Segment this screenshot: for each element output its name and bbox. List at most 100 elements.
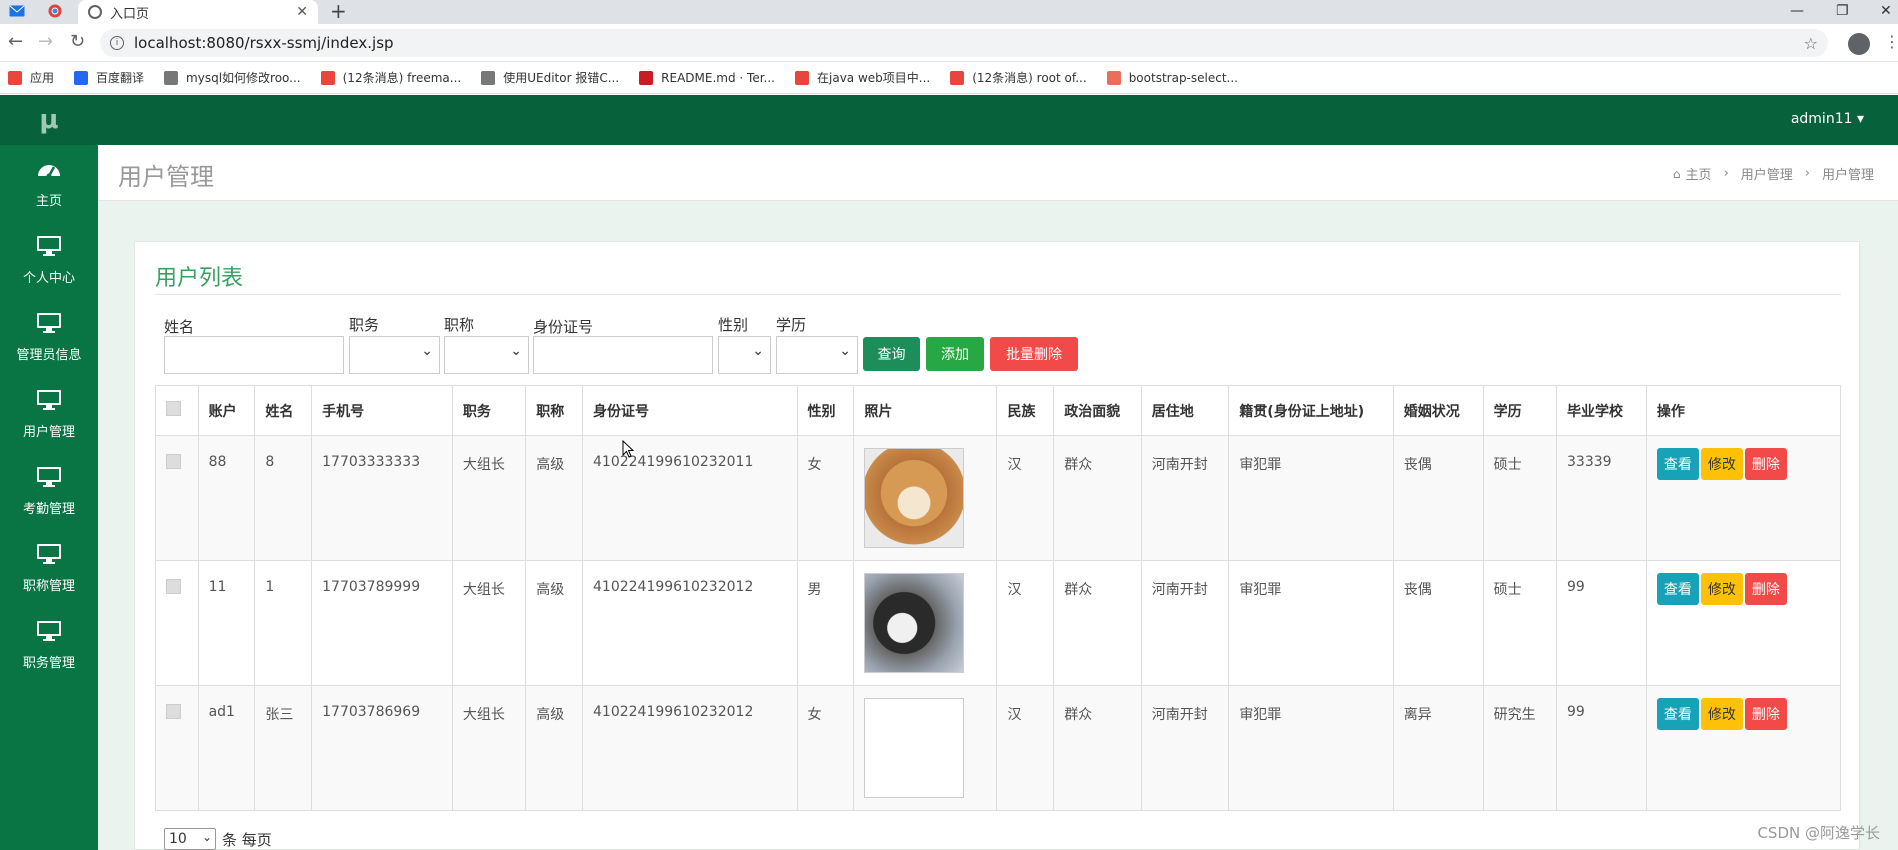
reload-icon[interactable]: ↻: [70, 32, 85, 52]
bookmark-item[interactable]: README.md · Ter...: [639, 70, 775, 85]
divider: [155, 294, 1841, 295]
sidebar-item[interactable]: 职务管理: [0, 607, 98, 684]
education-filter-select[interactable]: [776, 336, 858, 374]
search-button[interactable]: 查询: [863, 337, 920, 371]
row-checkbox[interactable]: [166, 704, 181, 719]
column-header: 手机号: [311, 385, 453, 436]
sidebar-item[interactable]: 考勤管理: [0, 453, 98, 530]
close-tab-icon[interactable]: ✕: [296, 4, 308, 20]
user-table: 账户 姓名 手机号 职务 职称 身份证号 性别 照片 民族 政治面貌 居住地 籍贯(身份证上地址) 婚姻…: [155, 385, 1842, 811]
bookmark-item[interactable]: 应用: [8, 69, 54, 86]
add-button[interactable]: 添加: [926, 337, 984, 371]
view-button[interactable]: 查看: [1656, 448, 1699, 480]
card-title: 用户列表: [155, 266, 244, 291]
breadcrumb-level1[interactable]: 用户管理: [1741, 164, 1793, 183]
bookmark-item[interactable]: mysql如何修改roo...: [164, 69, 301, 86]
view-button[interactable]: 查看: [1656, 573, 1699, 605]
back-arrow-icon[interactable]: ←: [8, 32, 23, 52]
minimize-icon[interactable]: —: [1790, 4, 1804, 18]
page-size-suffix: 条 每页: [222, 830, 272, 849]
row-checkbox[interactable]: [166, 454, 181, 469]
cell-education: 硕士: [1482, 560, 1558, 686]
sidebar-item[interactable]: 职称管理: [0, 530, 98, 607]
column-header: 操作: [1645, 385, 1842, 436]
delete-button[interactable]: 删除: [1744, 573, 1787, 605]
position-filter-select[interactable]: [349, 336, 440, 374]
cell-title: 高级: [525, 435, 584, 561]
cell-phone: 17703333333: [311, 435, 453, 561]
monitor-icon: [36, 389, 62, 417]
delete-button[interactable]: 删除: [1744, 698, 1787, 730]
edit-button[interactable]: 修改: [1700, 573, 1743, 605]
column-header: 账户: [197, 385, 256, 436]
title-filter-select[interactable]: [444, 336, 529, 374]
sidebar-item-label: 个人中心: [22, 271, 75, 286]
column-header: 居住地: [1140, 385, 1230, 436]
bookmark-star-icon[interactable]: ☆: [1804, 34, 1818, 53]
select-all-checkbox[interactable]: [166, 401, 181, 416]
sidebar-item[interactable]: 管理员信息: [0, 299, 98, 376]
cell-account: ad1: [197, 685, 256, 811]
cell-position: 大组长: [451, 685, 527, 811]
jianshu-icon: [1106, 70, 1121, 85]
bookmark-item[interactable]: 百度翻译: [74, 69, 144, 86]
idcard-filter-input[interactable]: [533, 336, 713, 374]
globe-icon: [88, 5, 102, 19]
batch-delete-button[interactable]: 批量删除: [990, 337, 1078, 371]
delete-button[interactable]: 删除: [1744, 448, 1787, 480]
edit-button[interactable]: 修改: [1700, 698, 1743, 730]
cell-name: 8: [254, 435, 313, 561]
bookmark-item[interactable]: (12条消息) freema...: [320, 69, 462, 86]
info-icon[interactable]: i: [110, 36, 124, 50]
column-header: 姓名: [254, 385, 313, 436]
bookmark-item[interactable]: (12条消息) root of...: [950, 69, 1087, 86]
chrome-app-icon[interactable]: [46, 3, 64, 19]
tab-title: 入口页: [110, 6, 150, 22]
column-header: 学历: [1482, 385, 1558, 436]
view-button[interactable]: 查看: [1656, 698, 1699, 730]
bookmark-item[interactable]: bootstrap-select...: [1106, 70, 1238, 85]
cell-ethnicity: 汉: [996, 435, 1055, 561]
table-row: 11 1 17703789999 大组长 高级 410224199610232012 男汉群…: [155, 560, 1842, 686]
apps-icon: [8, 70, 22, 85]
mail-icon[interactable]: [8, 3, 26, 19]
breadcrumb-home[interactable]: 主页: [1686, 164, 1712, 183]
profile-avatar-icon[interactable]: [1848, 33, 1870, 55]
sidebar-item[interactable]: 用户管理: [0, 376, 98, 453]
cell-education: 研究生: [1482, 685, 1558, 811]
url-bar[interactable]: i localhost:8080/rsxx-ssmj/index.jsp ☆: [100, 29, 1828, 57]
bookmark-label: README.md · Ter...: [661, 70, 775, 85]
cell-title: 高级: [525, 685, 584, 811]
menu-kebab-icon[interactable]: ⋮: [1884, 32, 1898, 51]
close-window-icon[interactable]: ✕: [1880, 4, 1892, 18]
select-all-cell: [155, 385, 199, 436]
browser-tab-active[interactable]: 入口页 ✕: [78, 0, 318, 24]
row-checkbox[interactable]: [166, 579, 181, 594]
cell-gender: 女: [796, 685, 855, 811]
dashboard-icon: [36, 158, 62, 186]
bookmark-label: mysql如何修改roo...: [186, 71, 301, 85]
bookmark-label: (12条消息) freema...: [342, 71, 462, 85]
new-tab-icon[interactable]: +: [330, 0, 347, 22]
restore-icon[interactable]: ❐: [1836, 4, 1849, 18]
row-select-cell: [155, 435, 199, 561]
sidebar-item[interactable]: 主页: [0, 145, 98, 222]
gender-filter-select[interactable]: [718, 336, 771, 374]
page-size-select[interactable]: 10: [164, 827, 216, 850]
chevron-right-icon: ›: [1804, 166, 1810, 181]
cell-position: 大组长: [451, 560, 527, 686]
user-menu[interactable]: admin11 ▾: [1791, 111, 1864, 127]
forward-arrow-icon[interactable]: →: [38, 32, 53, 52]
cell-education: 硕士: [1482, 435, 1558, 561]
name-filter-input[interactable]: [164, 336, 344, 374]
table-header-row: 账户 姓名 手机号 职务 职称 身份证号 性别 照片 民族 政治面貌 居住地 籍贯(身份证上地址) 婚姻…: [155, 385, 1842, 436]
bookmark-label: bootstrap-select...: [1128, 70, 1238, 85]
sidebar-item[interactable]: 个人中心: [0, 222, 98, 299]
bookmark-item[interactable]: 使用UEditor 报错C...: [481, 69, 619, 86]
bookmark-item[interactable]: 在java web项目中...: [795, 69, 930, 86]
bookmarks-bar: 应用 百度翻译 mysql如何修改roo... (12条消息) freema... 使用…: [0, 62, 1898, 94]
edit-button[interactable]: 修改: [1700, 448, 1743, 480]
name-filter-label: 姓名: [164, 318, 195, 336]
broken-image-icon: [864, 698, 965, 798]
cell-idcard: 410224199610232012: [582, 685, 798, 811]
